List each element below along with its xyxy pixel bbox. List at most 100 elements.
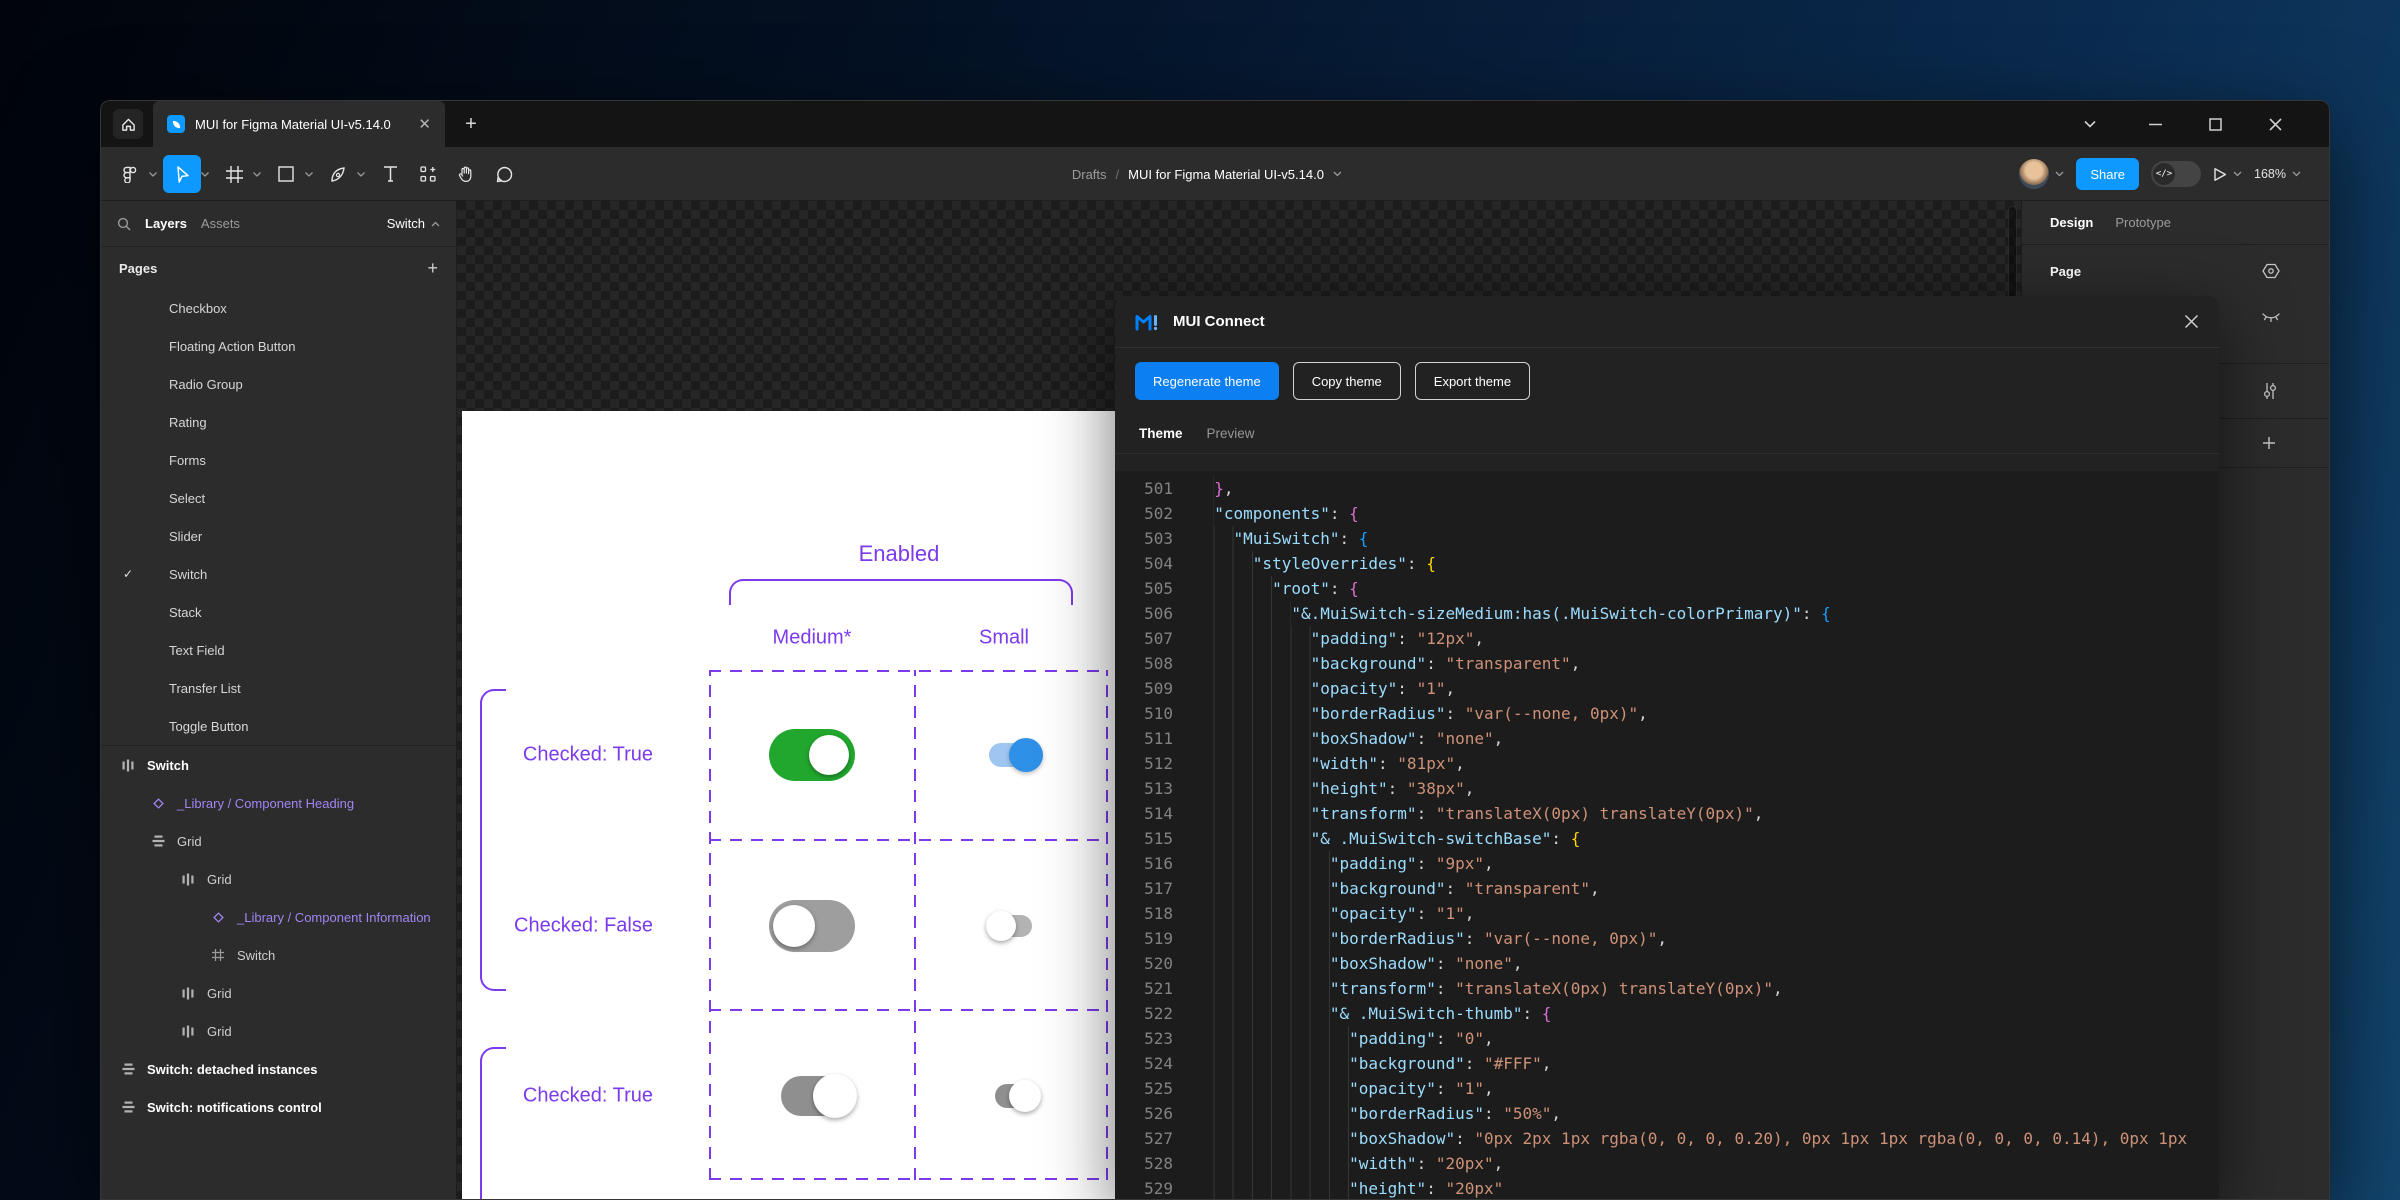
page-item[interactable]: Transfer List [101, 669, 456, 707]
code-line: 525"opacity": "1", [1129, 1076, 2219, 1101]
shape-tool[interactable] [267, 155, 305, 193]
sliders-icon[interactable] [2262, 382, 2278, 400]
canvas-row-label: Checked: True [523, 1085, 653, 1108]
dialog-title: MUI Connect [1173, 313, 2172, 330]
layer-item[interactable]: Grid [101, 822, 456, 860]
tab-design[interactable]: Design [2050, 215, 2093, 230]
page-item-label: Floating Action Button [169, 339, 295, 354]
move-tool[interactable] [163, 155, 201, 193]
actions-tool[interactable] [409, 155, 447, 193]
tab-assets[interactable]: Assets [201, 216, 240, 231]
close-window-icon[interactable] [2261, 101, 2289, 147]
line-number: 506 [1129, 601, 1173, 626]
page-item[interactable]: Floating Action Button [101, 327, 456, 365]
page-item[interactable]: Select [101, 479, 456, 517]
present-button[interactable] [2213, 167, 2242, 182]
pen-tool-chevron-icon[interactable] [357, 172, 365, 177]
window-menu-icon[interactable] [2076, 101, 2104, 147]
file-tab[interactable]: MUI for Figma Material UI-v5.14.0 ✕ [153, 101, 445, 147]
page-selector-label: Switch [387, 216, 425, 231]
text-tool[interactable] [371, 155, 409, 193]
switch-small-unchecked[interactable] [992, 915, 1032, 937]
regenerate-theme-button[interactable]: Regenerate theme [1135, 362, 1279, 400]
page-item[interactable]: Radio Group [101, 365, 456, 403]
layer-item[interactable]: Switch: detached instances [101, 1050, 456, 1088]
line-number: 504 [1129, 551, 1173, 576]
add-page-icon[interactable]: + [427, 258, 438, 279]
search-icon[interactable] [117, 217, 131, 231]
tab-preview[interactable]: Preview [1207, 426, 1255, 441]
page-selector[interactable]: Switch [387, 216, 440, 231]
switch-small-checked[interactable] [989, 743, 1035, 767]
layer-item[interactable]: Switch [101, 936, 456, 974]
layer-item[interactable]: Switch: notifications control [101, 1088, 456, 1126]
switch-medium-checked[interactable] [769, 729, 855, 781]
move-tool-chevron-icon[interactable] [201, 172, 209, 177]
top-bracket [729, 579, 1073, 605]
dialog-close-icon[interactable] [2184, 314, 2199, 329]
eye-closed-icon[interactable] [2262, 313, 2280, 323]
page-section-label: Page [2050, 264, 2081, 279]
figma-menu-chevron-icon[interactable] [149, 172, 157, 177]
line-number: 529 [1129, 1176, 1173, 1200]
frame-tool-chevron-icon[interactable] [253, 172, 261, 177]
plus-icon[interactable] [2262, 436, 2276, 450]
layer-item[interactable]: Switch [101, 746, 456, 784]
shape-tool-chevron-icon[interactable] [305, 172, 313, 177]
tab-layers[interactable]: Layers [145, 216, 187, 231]
code-line: 527"boxShadow": "0px 2px 1px rgba(0, 0, … [1129, 1126, 2219, 1151]
minimize-icon[interactable] [2141, 101, 2169, 147]
maximize-icon[interactable] [2201, 101, 2229, 147]
code-line: 526"borderRadius": "50%", [1129, 1101, 2219, 1126]
code-line: 502"components": { [1129, 501, 2219, 526]
frame-tool[interactable] [215, 155, 253, 193]
share-button[interactable]: Share [2076, 158, 2139, 190]
page-item[interactable]: Text Field [101, 631, 456, 669]
switch-medium-unchecked[interactable] [769, 900, 855, 952]
home-button[interactable] [113, 109, 143, 139]
comment-tool[interactable] [485, 155, 523, 193]
page-item-label: Forms [169, 453, 206, 468]
line-number: 502 [1129, 501, 1173, 526]
copy-theme-button[interactable]: Copy theme [1293, 362, 1401, 400]
pen-tool[interactable] [319, 155, 357, 193]
layer-item[interactable]: _Library / Component Heading [101, 784, 456, 822]
layer-item[interactable]: Grid [101, 860, 456, 898]
page-item[interactable]: Rating [101, 403, 456, 441]
line-number: 508 [1129, 651, 1173, 676]
page-item[interactable]: Stack [101, 593, 456, 631]
breadcrumb-folder[interactable]: Drafts [1072, 167, 1107, 182]
line-number: 509 [1129, 676, 1173, 701]
breadcrumb[interactable]: Drafts / MUI for Figma Material UI-v5.14… [1072, 147, 1342, 201]
page-item[interactable]: Slider [101, 517, 456, 555]
code-line: 506"&.MuiSwitch-sizeMedium:has(.MuiSwitc… [1129, 601, 2219, 626]
page-item[interactable]: Forms [101, 441, 456, 479]
layer-item[interactable]: Grid [101, 1012, 456, 1050]
tab-close-icon[interactable]: ✕ [418, 117, 431, 132]
tab-theme[interactable]: Theme [1139, 426, 1183, 441]
check-icon: ✓ [123, 567, 133, 581]
page-item[interactable]: Checkbox [101, 289, 456, 327]
breadcrumb-separator: / [1116, 167, 1120, 182]
page-item-label: Text Field [169, 643, 225, 658]
account-menu[interactable] [2019, 159, 2064, 189]
layer-item[interactable]: _Library / Component Information [101, 898, 456, 936]
component-eye-icon[interactable] [2262, 263, 2280, 279]
switch-small-checked-gray[interactable] [995, 1084, 1029, 1108]
tab-prototype[interactable]: Prototype [2115, 215, 2171, 230]
avatar[interactable] [2019, 159, 2049, 189]
figma-menu-icon[interactable] [111, 155, 149, 193]
theme-code-editor[interactable]: 501},502"components": {503"MuiSwitch": {… [1115, 471, 2219, 1200]
dev-mode-toggle[interactable]: </> [2151, 161, 2201, 187]
layer-item[interactable]: Grid [101, 974, 456, 1012]
toolbar: Drafts / MUI for Figma Material UI-v5.14… [101, 147, 2329, 201]
switch-medium-checked-gray[interactable] [781, 1076, 843, 1116]
zoom-menu[interactable]: 168% [2254, 167, 2301, 181]
page-item[interactable]: Toggle Button [101, 707, 456, 745]
export-theme-button[interactable]: Export theme [1415, 362, 1530, 400]
dev-mode-icon: </> [2153, 163, 2175, 185]
page-item-label: Toggle Button [169, 719, 249, 734]
new-tab-button[interactable]: + [453, 101, 489, 147]
page-item[interactable]: ✓Switch [101, 555, 456, 593]
hand-tool[interactable] [447, 155, 485, 193]
